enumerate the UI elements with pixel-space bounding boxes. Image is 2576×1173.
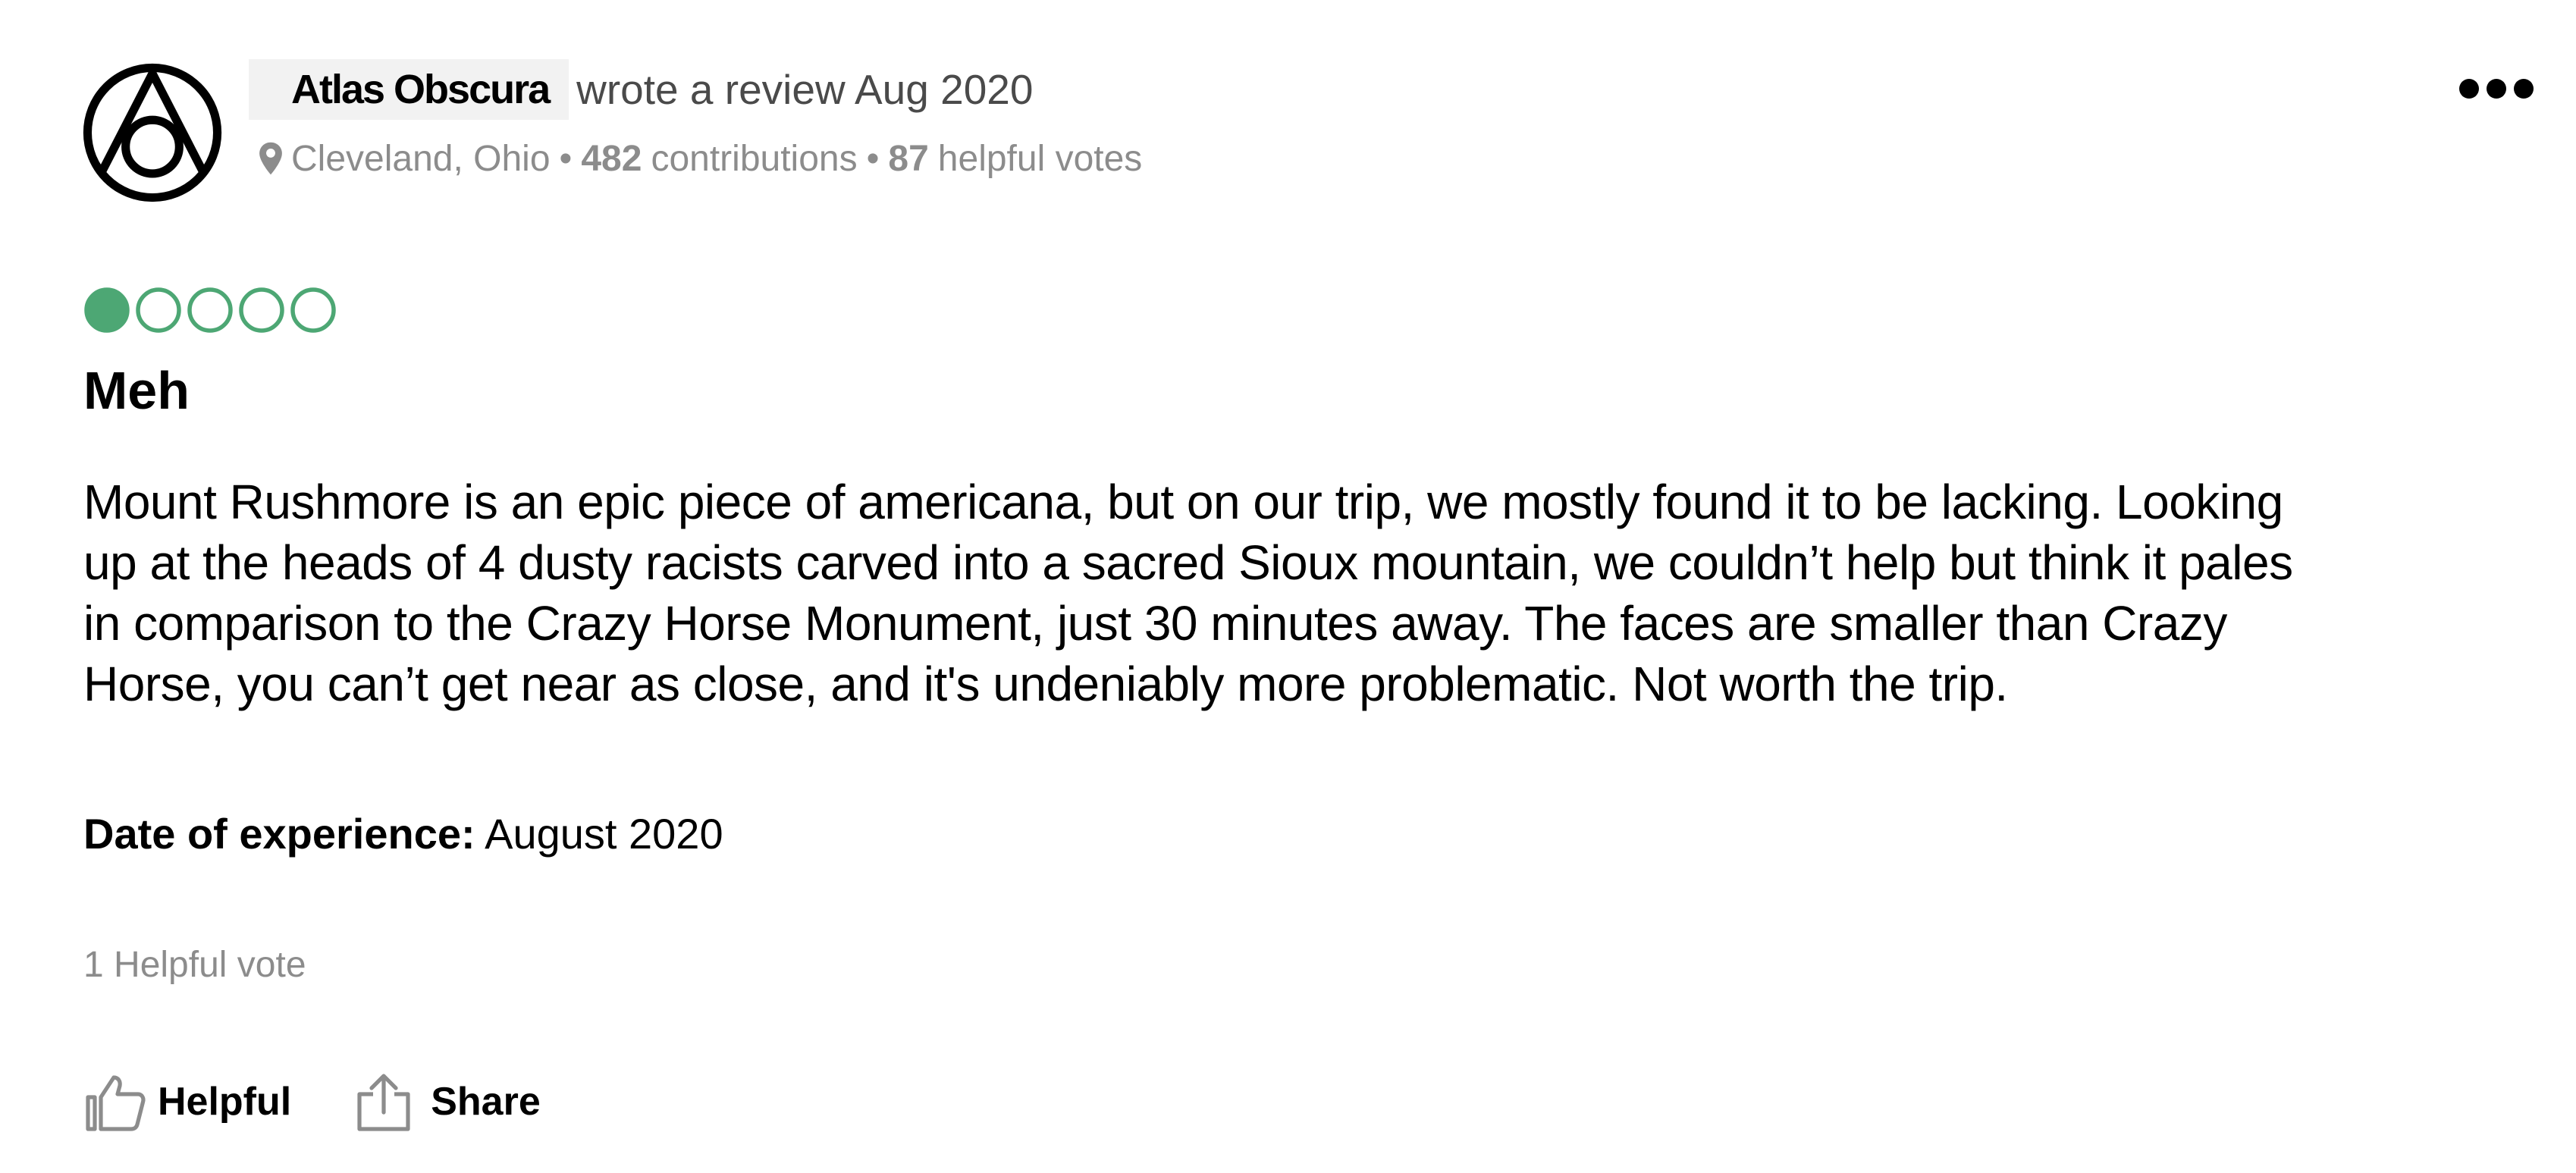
date-of-experience-label: Date of experience: <box>83 810 475 858</box>
separator: • <box>866 138 880 179</box>
review-title: Meh <box>83 361 190 420</box>
share-button[interactable]: Share <box>355 1071 541 1132</box>
share-icon <box>357 1074 410 1131</box>
bubble-rating <box>83 287 338 334</box>
map-pin-icon <box>259 142 282 175</box>
helpful-votes-count: 87 <box>888 138 929 179</box>
more-options-icon <box>2459 79 2534 99</box>
date-of-experience: Date of experience: August 2020 <box>83 804 723 864</box>
atlas-obscura-logo <box>83 63 222 202</box>
review-header: Atlas Obscura wrote a review Aug 2020 <box>249 59 1033 120</box>
share-button-label: Share <box>431 1080 541 1124</box>
contributions-label: contributions <box>651 138 858 179</box>
rating-bubble-empty <box>187 287 233 333</box>
date-of-experience-value: August 2020 <box>485 810 723 858</box>
rating-bubble-empty <box>239 287 284 333</box>
helpful-button-label: Helpful <box>158 1080 292 1124</box>
author-location: Cleveland, Ohio <box>291 138 551 179</box>
thumbs-up-icon <box>86 1075 146 1131</box>
separator: • <box>559 138 573 179</box>
rating-bubble-empty <box>136 287 181 333</box>
contributions-count: 482 <box>581 138 642 179</box>
rating-bubble-filled <box>84 287 130 333</box>
author-stats: Cleveland, Ohio • 482 contributions • 87… <box>258 132 1142 185</box>
rating-bubble-empty <box>290 287 336 333</box>
helpful-votes-label: helpful votes <box>937 138 1143 179</box>
review-body-line: in comparison to the Crazy Horse Monumen… <box>83 596 2227 651</box>
helpful-button[interactable]: Helpful <box>83 1071 291 1132</box>
rating-bubbles <box>84 287 336 333</box>
author-name-link[interactable]: Atlas Obscura <box>249 59 569 120</box>
review-body-line: Horse, you can’t get near as close, and … <box>83 657 2008 711</box>
review-meta-text: wrote a review Aug 2020 <box>576 66 1034 113</box>
review-body: Mount Rushmore is an epic piece of ameri… <box>83 472 2495 714</box>
avatar[interactable] <box>82 62 223 203</box>
review-actions: Helpful Share <box>83 1068 541 1136</box>
helpful-vote-count: 1 Helpful vote <box>83 945 306 985</box>
more-options-button[interactable] <box>2457 70 2536 108</box>
review-body-line: up at the heads of 4 dusty racists carve… <box>83 535 2293 590</box>
review-body-line: Mount Rushmore is an epic piece of ameri… <box>83 475 2283 529</box>
